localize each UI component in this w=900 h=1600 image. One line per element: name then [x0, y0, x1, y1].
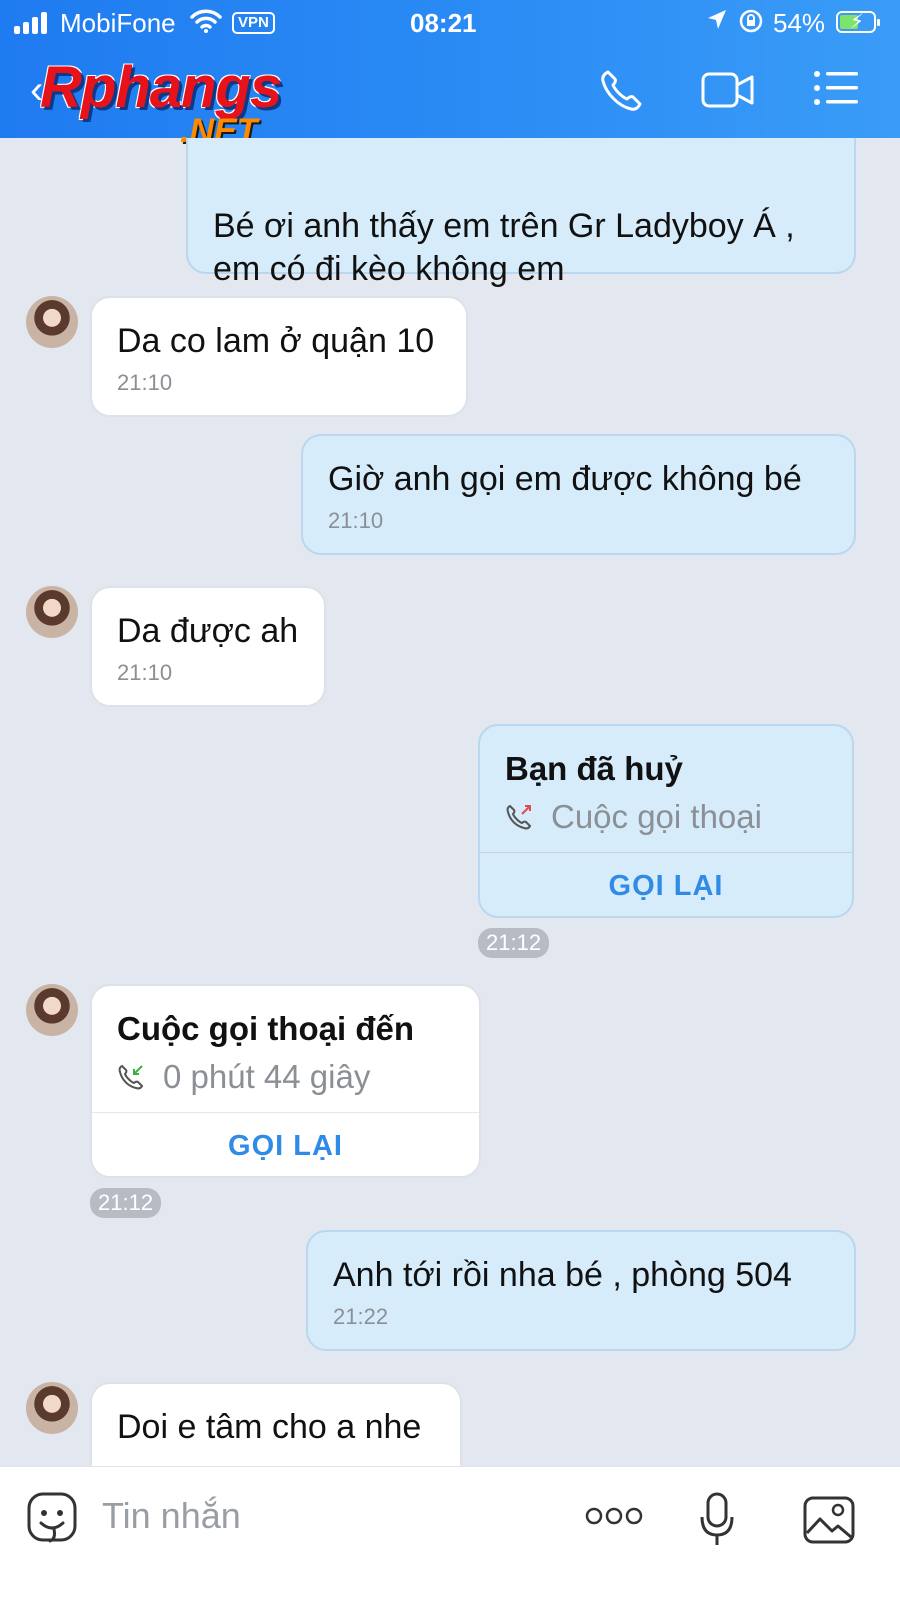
message-text: Anh tới rồi nha bé , phòng 504 [333, 1256, 792, 1294]
message-text: Bé ơi anh thấy em trên Gr Ladyboy Á , em… [213, 207, 795, 288]
call-card-incoming: Cuộc gọi thoại đến 0 phút 44 giây GỌI LẠ… [90, 984, 481, 1178]
message-bubble-outgoing[interactable]: Anh tới rồi nha bé , phòng 504 21:22 [306, 1230, 856, 1351]
call-title: Bạn đã huỷ [505, 750, 683, 787]
signal-icon [14, 12, 47, 34]
more-options-icon[interactable] [585, 1505, 643, 1532]
message-time: 21:12 [90, 1188, 162, 1218]
call-title: Cuộc gọi thoại đến [117, 1010, 414, 1047]
message-text: Da được ah [117, 612, 299, 650]
message-text: Da co lam ở quận 10 [117, 322, 435, 360]
rotation-lock-icon [738, 8, 764, 41]
message-input-bar: Tin nhắn [0, 1466, 900, 1600]
location-arrow-icon [706, 8, 728, 39]
chat-header: MobiFone VPN 08:21 54% ⚡ ‹ Rphangs .NET [0, 0, 900, 150]
image-gallery-icon[interactable] [802, 1495, 856, 1550]
message-bubble-outgoing[interactable]: Bé ơi anh thấy em trên Gr Ladyboy Á , em… [186, 138, 856, 288]
message-time: 21:12 [478, 928, 550, 958]
status-bar: MobiFone VPN 08:21 54% ⚡ [0, 0, 900, 46]
message-time: 21:10 [328, 508, 384, 533]
call-card-outgoing: Bạn đã huỷ Cuộc gọi thoại GỌI LẠI [478, 724, 854, 918]
battery-icon: ⚡ [836, 11, 880, 33]
message-text: Doi e tâm cho a nhe [117, 1408, 422, 1446]
contact-avatar[interactable] [26, 296, 78, 348]
call-back-button[interactable]: GỌI LẠI [92, 1112, 479, 1176]
phone-icon[interactable] [598, 68, 644, 119]
message-input[interactable]: Tin nhắn [102, 1495, 241, 1537]
clock: 08:21 [410, 8, 477, 38]
message-time: 21:22 [333, 1304, 389, 1329]
vpn-badge: VPN [232, 12, 275, 34]
call-back-button[interactable]: GỌI LẠI [480, 852, 852, 916]
carrier-name: MobiFone [60, 8, 176, 38]
microphone-icon[interactable] [698, 1491, 736, 1554]
missed-call-icon [506, 804, 532, 830]
message-bubble-incoming[interactable]: Da co lam ở quận 10 21:10 [90, 296, 468, 417]
contact-avatar[interactable] [26, 1382, 78, 1434]
message-time: 21:10 [117, 370, 173, 395]
video-call-icon[interactable] [700, 68, 756, 117]
sticker-icon[interactable] [26, 1491, 78, 1552]
battery-percentage: 54% [773, 8, 826, 38]
contact-avatar[interactable] [26, 586, 78, 638]
wifi-icon [190, 8, 222, 41]
incoming-call-icon [118, 1064, 144, 1090]
watermark-logo: Rphangs [40, 55, 282, 120]
menu-icon[interactable] [812, 68, 860, 113]
contact-avatar[interactable] [26, 984, 78, 1036]
message-text: Giờ anh gọi em được không bé [328, 460, 802, 498]
message-time: 21:10 [117, 660, 173, 685]
call-subtitle: Cuộc gọi thoại [480, 790, 852, 852]
message-bubble-incoming[interactable]: Da được ah 21:10 [90, 586, 326, 707]
call-subtitle: 0 phút 44 giây [92, 1050, 479, 1112]
message-bubble-outgoing[interactable]: Giờ anh gọi em được không bé 21:10 [301, 434, 856, 555]
